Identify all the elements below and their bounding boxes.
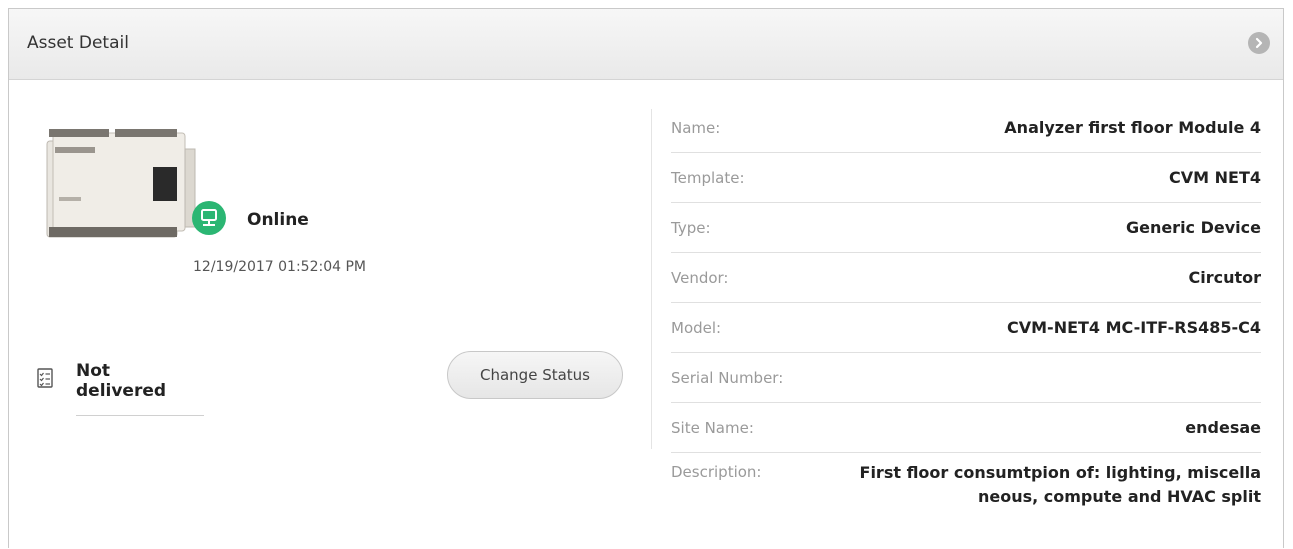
detail-value: CVM-NET4 MC-ITF-RS485-C4 — [1007, 318, 1261, 337]
detail-row-model: Model: CVM-NET4 MC-ITF-RS485-C4 — [671, 303, 1261, 353]
description-value: First floor consumtpion of: lighting, mi… — [831, 461, 1261, 509]
detail-value: Circutor — [1188, 268, 1261, 287]
detail-value: Generic Device — [1125, 218, 1261, 237]
detail-value: Analyzer first floor Module 4 — [1004, 118, 1261, 137]
panel-title: Asset Detail — [27, 33, 129, 53]
detail-label: Type: — [671, 218, 711, 237]
detail-value: endesae — [1185, 418, 1261, 437]
detail-row-template: Template: CVM NET4 — [671, 153, 1261, 203]
panel-header: Asset Detail — [9, 9, 1283, 80]
checklist-icon — [37, 368, 53, 388]
detail-row-description: Description: First floor consumtpion of:… — [671, 453, 1261, 523]
detail-row-name: Name: Analyzer first floor Module 4 — [671, 103, 1261, 153]
change-status-button[interactable]: Change Status — [447, 351, 623, 399]
detail-value: CVM NET4 — [1169, 168, 1261, 187]
detail-label: Serial Number: — [671, 368, 784, 387]
asset-summary: Online 12/19/2017 01:52:04 PM Not delive… — [9, 79, 649, 549]
detail-row-site-name: Site Name: endesae — [671, 403, 1261, 453]
detail-row-serial-number: Serial Number: — [671, 353, 1261, 403]
description-line: neous, compute and HVAC split — [977, 487, 1261, 506]
asset-detail-panel: Asset Detail Online 12/19/2017 01:52:04 … — [8, 8, 1284, 548]
status-timestamp: 12/19/2017 01:52:04 PM — [193, 259, 366, 275]
detail-label: Template: — [671, 168, 745, 187]
detail-row-vendor: Vendor: Circutor — [671, 253, 1261, 303]
network-monitor-icon — [192, 201, 226, 235]
detail-label: Description: — [671, 463, 762, 481]
detail-label: Site Name: — [671, 418, 754, 437]
column-divider — [651, 109, 652, 449]
detail-row-type: Type: Generic Device — [671, 203, 1261, 253]
device-image — [46, 129, 196, 238]
detail-label: Vendor: — [671, 268, 729, 287]
delivery-status-label: Not delivered — [76, 361, 204, 416]
detail-label: Model: — [671, 318, 722, 337]
asset-details-list: Name: Analyzer first floor Module 4 Temp… — [671, 103, 1261, 523]
status-label: Online — [247, 210, 309, 230]
chevron-right-circle-icon[interactable] — [1248, 32, 1270, 54]
detail-label: Name: — [671, 118, 721, 137]
description-line: First floor consumtpion of: lighting, mi… — [859, 463, 1261, 482]
